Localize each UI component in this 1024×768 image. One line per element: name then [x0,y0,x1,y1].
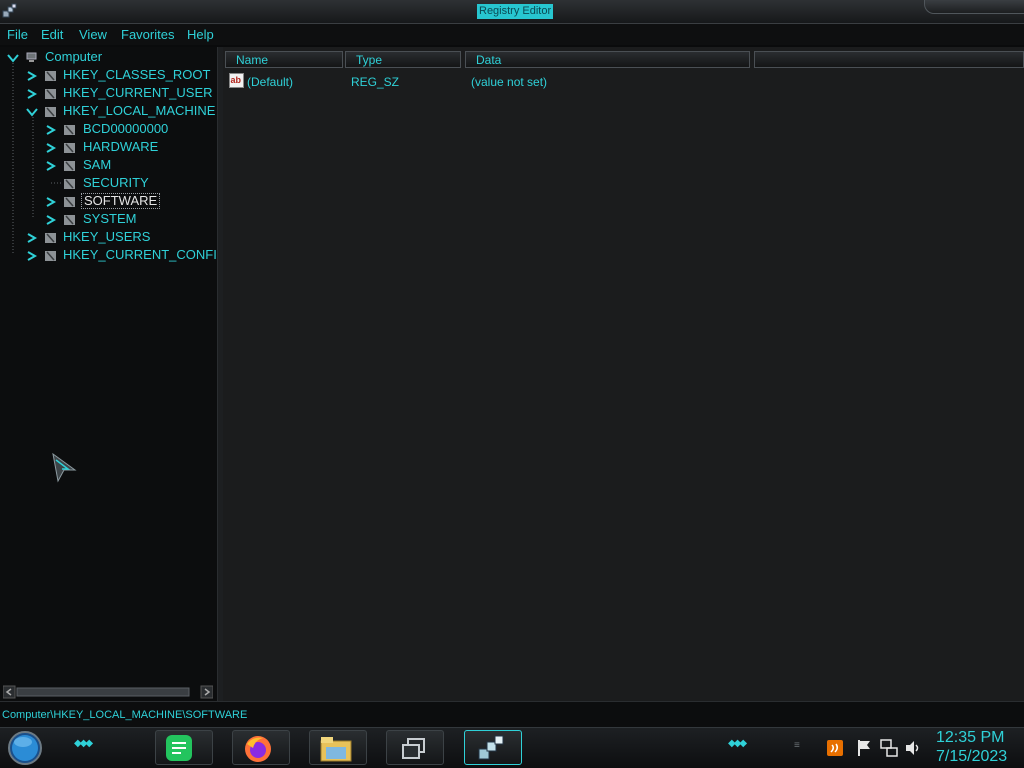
column-header-data[interactable]: Data [465,51,750,68]
tree-node-system[interactable]: SYSTEM [81,211,138,227]
value-name-cell[interactable]: (Default) [247,74,293,90]
show-hidden-icons-icon[interactable]: ≡ [794,740,800,751]
tree-node-hkey-current-config[interactable]: HKEY_CURRENT_CONFI [61,247,219,263]
taskbar-explorer-button[interactable] [309,730,367,765]
folder-open-icon [45,107,56,117]
expand-arrow-icon[interactable] [26,71,38,81]
folder-icon [45,251,56,261]
expand-arrow-icon[interactable] [45,125,57,135]
taskbar-registry-editor-button[interactable] [464,730,522,765]
registry-editor-icon [2,3,17,18]
tree-node-software[interactable]: SOFTWARE [81,193,161,209]
menu-file[interactable]: File [7,26,28,43]
folder-icon [64,215,75,225]
folder-icon [45,89,56,99]
tree-node-computer[interactable]: Computer [43,49,104,65]
svg-text:ab: ab [231,75,242,85]
volume-icon[interactable] [904,739,922,757]
collapse-arrow-icon[interactable] [7,53,19,63]
mouse-cursor-icon [52,452,77,483]
tree-node-sam[interactable]: SAM [81,157,113,173]
values-list[interactable]: Name Type Data ab (Default) REG_SZ (valu… [223,47,1024,701]
column-header-blank [754,51,1024,68]
left-chevron-decor: ◆◆◆ [74,738,93,749]
value-data-cell: (value not set) [471,75,548,89]
status-path: Computer\HKEY_LOCAL_MACHINE\SOFTWARE [2,709,248,721]
folder-icon [45,233,56,243]
java-update-icon[interactable] [826,739,844,757]
file-explorer-icon [320,737,352,762]
title-bar[interactable]: Registry Editor [0,0,1024,24]
tree-node-hkey-classes-root[interactable]: HKEY_CLASSES_ROOT [61,67,212,83]
column-header-name[interactable]: Name [225,51,343,68]
tree-node-security[interactable]: SECURITY [81,175,151,191]
menu-view[interactable]: View [79,26,107,43]
tree-horizontal-scrollbar[interactable] [3,685,213,699]
window-controls[interactable] [924,0,1024,14]
folder-icon [64,179,75,189]
folder-icon [64,161,75,171]
expand-arrow-icon[interactable] [45,197,57,207]
expand-arrow-icon[interactable] [26,251,38,261]
collapse-arrow-icon[interactable] [26,107,38,117]
menu-edit[interactable]: Edit [41,26,63,43]
taskbar-task-view-button[interactable] [386,730,444,765]
tree-node-hkey-current-user[interactable]: HKEY_CURRENT_USER [61,85,215,101]
tree-node-hkey-users[interactable]: HKEY_USERS [61,229,152,245]
expand-arrow-icon[interactable] [45,143,57,153]
expand-arrow-icon[interactable] [45,161,57,171]
tree-node-hkey-local-machine[interactable]: HKEY_LOCAL_MACHINE [61,103,217,119]
expand-arrow-icon[interactable] [26,89,38,99]
folder-icon [64,143,75,153]
start-orb-icon[interactable] [6,730,44,766]
task-view-icon [402,738,425,759]
folder-icon [45,71,56,81]
firefox-icon [245,736,271,762]
folder-icon [64,125,75,135]
taskbar-notes-button[interactable] [155,730,213,765]
right-chevron-decor: ◆◆◆ [728,738,747,749]
tree-node-bcd[interactable]: BCD00000000 [81,121,170,137]
scroll-right-icon [200,685,213,699]
registry-tree[interactable]: Computer HKEY_CLASSES_ROOT HKEY_CURRENT_… [0,47,217,701]
window-title: Registry Editor [477,4,554,19]
action-center-flag-icon[interactable] [856,739,874,757]
menu-favorites[interactable]: Favorites [121,26,174,43]
taskbar: ◆◆◆ ◆◆◆ ≡ 12:35 PM 7/15/2023 [0,727,1024,768]
expand-arrow-icon[interactable] [26,233,38,243]
clock-time[interactable]: 12:35 PM [936,729,1004,747]
menu-help[interactable]: Help [187,26,214,43]
string-value-icon: ab [229,73,244,88]
taskbar-firefox-button[interactable] [232,730,290,765]
computer-icon [26,52,37,62]
tree-node-hardware[interactable]: HARDWARE [81,139,160,155]
network-icon[interactable] [880,739,898,757]
folder-icon [64,197,75,207]
menu-bar: File Edit View Favorites Help [0,24,1024,45]
value-type-cell: REG_SZ [351,75,400,89]
scroll-left-icon [3,685,16,699]
status-bar: Computer\HKEY_LOCAL_MACHINE\SOFTWARE [0,701,1024,727]
registry-editor-window: Registry Editor File Edit View Favorites… [0,0,1024,768]
registry-editor-icon [478,735,504,760]
clock-date[interactable]: 7/15/2023 [936,748,1007,766]
expand-arrow-icon[interactable] [45,215,57,225]
column-header-type[interactable]: Type [345,51,461,68]
notes-app-icon [166,735,192,761]
